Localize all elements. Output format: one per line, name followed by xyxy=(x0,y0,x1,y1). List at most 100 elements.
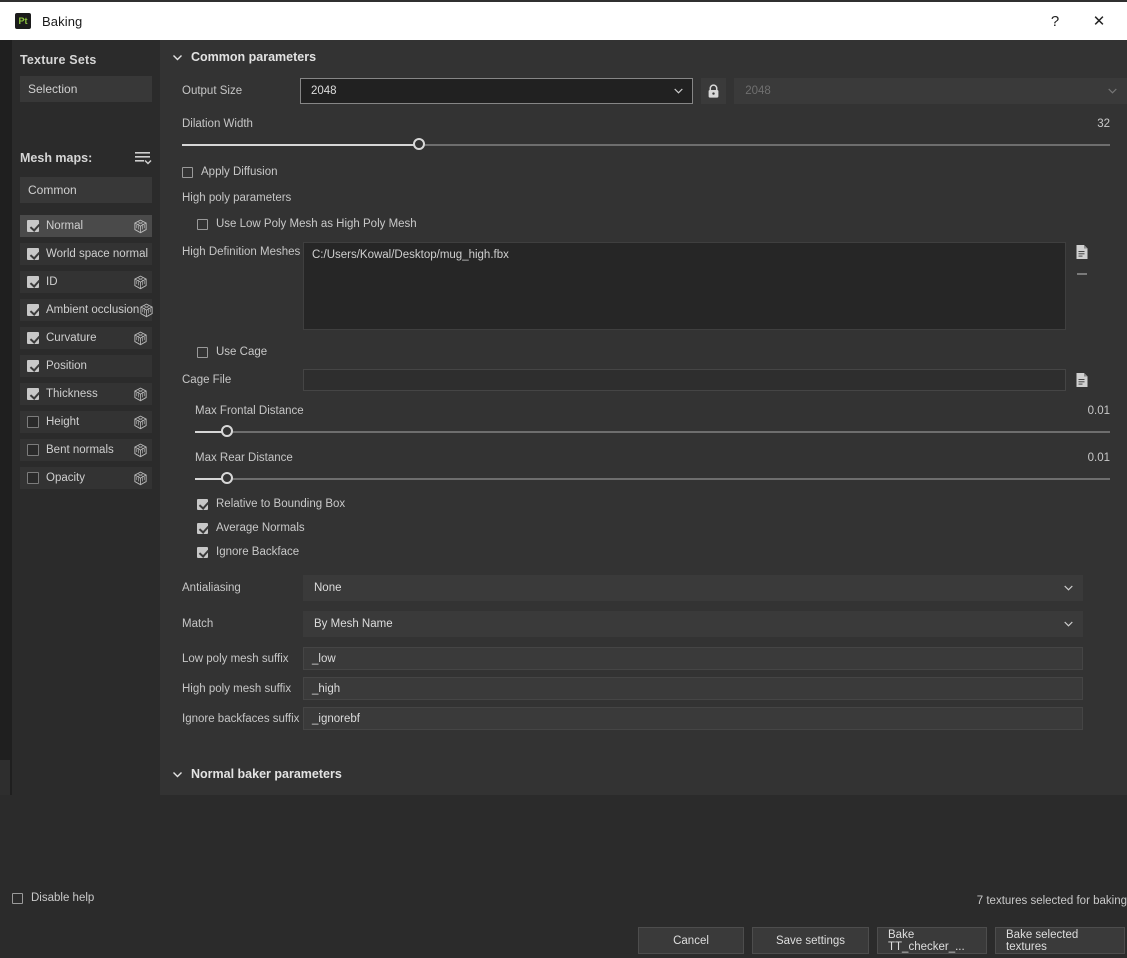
mesh-map-row-ambient-occlusion[interactable]: Ambient occlusion xyxy=(20,299,154,321)
mesh-maps-header: Mesh maps: xyxy=(12,148,160,168)
mesh-map-row-id[interactable]: ID xyxy=(20,271,152,293)
mesh-map-row-curvature[interactable]: Curvature xyxy=(20,327,152,349)
checkbox-box xyxy=(197,546,208,558)
button-cancel[interactable]: Cancel xyxy=(638,927,744,954)
remove-file-icon[interactable] xyxy=(1076,269,1088,279)
mesh-map-settings-icon[interactable] xyxy=(133,471,148,486)
slider-handle[interactable] xyxy=(221,472,234,484)
mesh-map-settings-icon[interactable] xyxy=(133,415,148,430)
mesh-list-actions xyxy=(1075,242,1089,279)
max-frontal-distance-slider[interactable] xyxy=(195,425,1110,439)
mesh-map-checkbox[interactable] xyxy=(27,472,39,484)
add-file-icon[interactable] xyxy=(1075,244,1089,260)
status-text: 7 textures selected for baking xyxy=(976,895,1127,907)
ignore-backfaces-suffix-input[interactable]: _ignorebf xyxy=(303,707,1083,730)
low-poly-suffix-input[interactable]: _low xyxy=(303,647,1083,670)
mesh-map-settings-icon[interactable] xyxy=(133,387,148,402)
apply-diffusion-checkbox[interactable]: Apply Diffusion xyxy=(182,166,1127,178)
ignore-backface-checkbox[interactable]: Ignore Backface xyxy=(197,546,1127,558)
antialiasing-row: Antialiasing None xyxy=(160,575,1127,601)
antialiasing-value: None xyxy=(314,582,342,594)
hamburger-chevron-icon[interactable] xyxy=(134,150,152,166)
close-icon[interactable]: ✕ xyxy=(1077,2,1121,40)
match-select[interactable]: By Mesh Name xyxy=(303,611,1083,637)
mesh-map-checkbox[interactable] xyxy=(27,360,39,372)
mesh-map-settings-icon[interactable] xyxy=(133,219,148,234)
cage-file-input[interactable] xyxy=(303,369,1066,391)
average-normals-checkbox[interactable]: Average Normals xyxy=(197,522,1127,534)
mesh-map-row-position[interactable]: Position xyxy=(20,355,152,377)
mesh-map-settings-icon[interactable] xyxy=(133,275,148,290)
ignore-backfaces-suffix-row: Ignore backfaces suffix _ignorebf xyxy=(160,707,1127,730)
window-title: Baking xyxy=(42,13,83,29)
button-bake-selected-textures[interactable]: Bake selected textures xyxy=(995,927,1125,954)
mesh-path-item: C:/Users/Kowal/Desktop/mug_high.fbx xyxy=(312,249,509,261)
normal-baker-title: Normal baker parameters xyxy=(191,767,342,781)
normal-baker-header[interactable]: Normal baker parameters xyxy=(160,757,1127,781)
chevron-down-icon xyxy=(674,88,683,94)
browse-file-icon[interactable] xyxy=(1075,372,1089,388)
mesh-map-checkbox[interactable] xyxy=(27,220,39,232)
mesh-map-row-bent-normals[interactable]: Bent normals xyxy=(20,439,152,461)
mesh-map-checkbox[interactable] xyxy=(27,388,39,400)
mesh-map-row-normal[interactable]: Normal xyxy=(20,215,152,237)
match-value: By Mesh Name xyxy=(314,618,393,630)
output-size-label: Output Size xyxy=(182,85,243,97)
common-parameters-header[interactable]: Common parameters xyxy=(160,40,1127,64)
high-definition-meshes-list[interactable]: C:/Users/Kowal/Desktop/mug_high.fbx xyxy=(303,242,1066,330)
antialiasing-select[interactable]: None xyxy=(303,575,1083,601)
common-parameters-title: Common parameters xyxy=(191,50,317,64)
mesh-map-checkbox[interactable] xyxy=(27,276,39,288)
max-frontal-distance-value: 0.01 xyxy=(1087,405,1110,417)
lock-resolution-button[interactable] xyxy=(700,78,727,104)
slider-handle[interactable] xyxy=(412,138,425,150)
use-low-poly-label: Use Low Poly Mesh as High Poly Mesh xyxy=(216,218,417,230)
slider-track xyxy=(195,431,1110,433)
common-tab[interactable]: Common xyxy=(20,177,152,203)
bg-artifact-strip-1 xyxy=(0,760,10,795)
chevron-down-icon xyxy=(1064,621,1073,627)
mesh-map-settings-icon[interactable] xyxy=(133,331,148,346)
cage-file-label: Cage File xyxy=(182,374,232,386)
slider-handle[interactable] xyxy=(221,425,234,437)
ignore-backfaces-suffix-label: Ignore backfaces suffix xyxy=(182,712,300,725)
output-size-value-2: 2048 xyxy=(745,85,771,97)
mesh-map-checkbox[interactable] xyxy=(27,304,39,316)
output-size-row: Output Size 2048 2048 xyxy=(160,78,1127,104)
max-rear-distance-block: Max Rear Distance 0.01 xyxy=(195,452,1110,486)
cage-file-row: Cage File xyxy=(160,369,1127,391)
button-bake-tt-checker[interactable]: Bake TT_checker_... xyxy=(877,927,987,954)
checkbox-box xyxy=(197,522,208,534)
texture-set-selection[interactable]: Selection xyxy=(20,76,152,102)
mesh-map-row-opacity[interactable]: Opacity xyxy=(20,467,152,489)
mesh-map-checkbox[interactable] xyxy=(27,444,39,456)
high-poly-suffix-label: High poly mesh suffix xyxy=(182,682,292,695)
mesh-map-checkbox[interactable] xyxy=(27,332,39,344)
disable-help-checkbox[interactable]: Disable help xyxy=(12,892,94,904)
mesh-map-row-world-space-normal[interactable]: World space normal xyxy=(20,243,152,265)
ignore-backfaces-suffix-value: _ignorebf xyxy=(312,712,360,725)
mesh-map-label: Position xyxy=(46,360,87,372)
mesh-map-settings-icon[interactable] xyxy=(133,443,148,458)
relative-bounding-box-checkbox[interactable]: Relative to Bounding Box xyxy=(197,498,1127,510)
slider-track xyxy=(195,478,1110,480)
max-rear-distance-slider[interactable] xyxy=(195,472,1110,486)
output-size-select[interactable]: 2048 xyxy=(300,78,693,104)
high-poly-suffix-input[interactable]: _high xyxy=(303,677,1083,700)
max-rear-label-row: Max Rear Distance 0.01 xyxy=(195,452,1110,464)
mesh-map-row-height[interactable]: Height xyxy=(20,411,152,433)
use-cage-checkbox[interactable]: Use Cage xyxy=(197,346,1127,358)
mesh-map-settings-icon[interactable] xyxy=(139,303,154,318)
dilation-width-slider[interactable] xyxy=(182,138,1110,152)
mesh-map-row-thickness[interactable]: Thickness xyxy=(20,383,152,405)
relative-bounding-box-label: Relative to Bounding Box xyxy=(216,498,346,510)
chevron-down-icon xyxy=(173,54,182,60)
help-icon[interactable]: ? xyxy=(1033,2,1077,40)
low-poly-suffix-row: Low poly mesh suffix _low xyxy=(160,647,1127,670)
use-low-poly-checkbox[interactable]: Use Low Poly Mesh as High Poly Mesh xyxy=(197,218,1127,230)
antialiasing-label: Antialiasing xyxy=(182,582,241,594)
button-save-settings[interactable]: Save settings xyxy=(752,927,869,954)
mesh-map-checkbox[interactable] xyxy=(27,248,39,260)
mesh-maps-title: Mesh maps: xyxy=(20,151,93,165)
mesh-map-checkbox[interactable] xyxy=(27,416,39,428)
